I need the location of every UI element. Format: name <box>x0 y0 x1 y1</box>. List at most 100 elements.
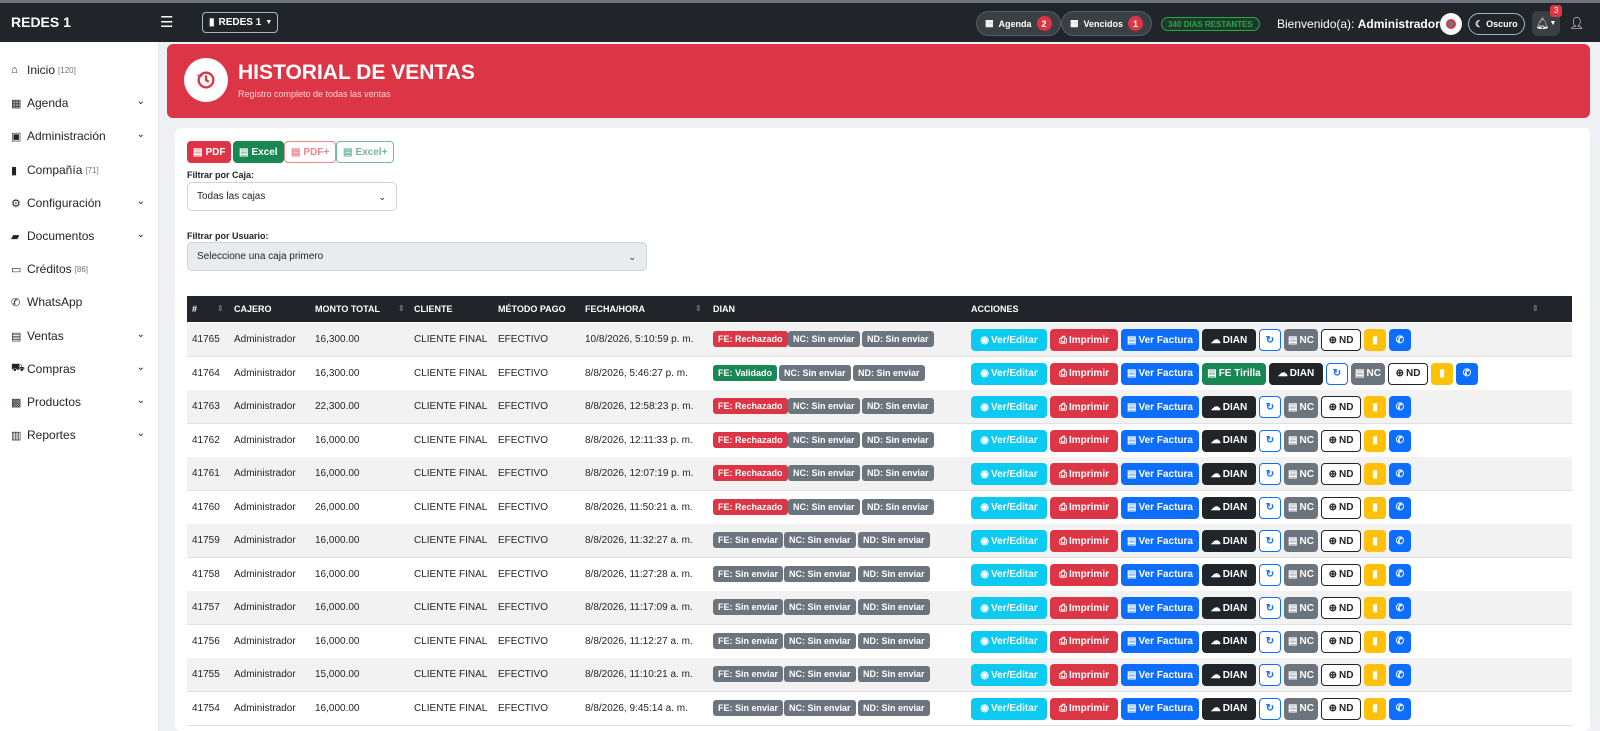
nc-button[interactable]: ▤ NC <box>1351 362 1385 385</box>
dian-button[interactable]: ☁ DIAN <box>1202 463 1256 485</box>
call-button[interactable]: ✆ <box>1389 530 1411 552</box>
dian-button[interactable]: ☁ DIAN <box>1202 530 1256 552</box>
imprimir-button[interactable]: ⎙ Imprimir <box>1050 396 1118 418</box>
imprimir-button[interactable]: ⎙ Imprimir <box>1050 463 1118 485</box>
ver-editar-button[interactable]: ◉ Ver/Editar <box>971 429 1047 452</box>
ver-factura-button[interactable]: ▤ Ver Factura <box>1121 463 1199 485</box>
refresh-button[interactable]: ↻ <box>1259 597 1281 619</box>
dian-button[interactable]: ☁ DIAN <box>1269 362 1323 385</box>
nd-button[interactable]: ⊕ ND <box>1321 463 1361 485</box>
call-button[interactable]: ✆ <box>1389 697 1411 720</box>
dian-button[interactable]: ☁ DIAN <box>1202 597 1256 619</box>
user-menu-icon[interactable]: 👤︎ <box>1569 16 1584 30</box>
agenda-button[interactable]: ▦ Agenda 2 <box>976 11 1061 36</box>
delete-button[interactable]: ▮ <box>1364 396 1386 418</box>
imprimir-button[interactable]: ⎙ Imprimir <box>1050 697 1118 720</box>
sidebar-item-productos[interactable]: ▩ Productos ⌄ <box>0 390 159 414</box>
sort-icon[interactable]: ⇕ <box>398 304 405 313</box>
refresh-button[interactable]: ↻ <box>1259 496 1281 519</box>
sidebar-item-administracion[interactable]: ▣ Administración ⌄ <box>0 124 159 148</box>
nc-button[interactable]: ▤ NC <box>1284 329 1318 351</box>
imprimir-button[interactable]: ⎙ Imprimir <box>1050 362 1118 385</box>
delete-button[interactable]: ▮ <box>1364 530 1386 552</box>
th-dian[interactable]: DIAN <box>713 304 735 314</box>
sidebar-item-reportes[interactable]: ▥ Reportes ⌄ <box>0 423 159 447</box>
export-excel-button[interactable]: ▤ Excel <box>233 141 284 163</box>
refresh-button[interactable]: ↻ <box>1259 396 1281 418</box>
brand-title[interactable]: REDES 1 <box>11 14 71 30</box>
nd-button[interactable]: ⊕ ND <box>1321 664 1361 686</box>
ver-factura-button[interactable]: ▤ Ver Factura <box>1121 530 1199 552</box>
fe-tirilla-button[interactable]: ▤ FE Tirilla <box>1202 362 1266 385</box>
nc-button[interactable]: ▤ NC <box>1284 463 1318 485</box>
th-metodo[interactable]: MÉTODO PAGO <box>498 304 566 314</box>
refresh-button[interactable]: ↻ <box>1259 697 1281 720</box>
ver-factura-button[interactable]: ▤ Ver Factura <box>1121 329 1199 351</box>
sidebar-item-whatsapp[interactable]: ✆ WhatsApp <box>0 290 159 314</box>
export-pdf-plus-button[interactable]: ▤ PDF+ <box>284 141 337 163</box>
imprimir-button[interactable]: ⎙ Imprimir <box>1050 429 1118 452</box>
ver-factura-button[interactable]: ▤ Ver Factura <box>1121 362 1199 385</box>
ver-factura-button[interactable]: ▤ Ver Factura <box>1121 563 1199 586</box>
call-button[interactable]: ✆ <box>1389 429 1411 452</box>
nc-button[interactable]: ▤ NC <box>1284 664 1318 686</box>
refresh-button[interactable]: ↻ <box>1259 630 1281 653</box>
ver-factura-button[interactable]: ▤ Ver Factura <box>1121 496 1199 519</box>
export-pdf-button[interactable]: ▤ PDF <box>187 141 232 163</box>
export-excel-plus-button[interactable]: ▤ Excel+ <box>336 141 395 163</box>
imprimir-button[interactable]: ⎙ Imprimir <box>1050 496 1118 519</box>
refresh-button[interactable]: ↻ <box>1259 664 1281 686</box>
nc-button[interactable]: ▤ NC <box>1284 429 1318 452</box>
ver-editar-button[interactable]: ◉ Ver/Editar <box>971 563 1047 586</box>
th-fecha[interactable]: FECHA/HORA <box>585 304 645 314</box>
ver-editar-button[interactable]: ◉ Ver/Editar <box>971 396 1047 418</box>
sidebar-item-inicio[interactable]: ⌂ Inicio [120] <box>0 58 159 82</box>
delete-button[interactable]: ▮ <box>1364 697 1386 720</box>
nc-button[interactable]: ▤ NC <box>1284 496 1318 519</box>
sidebar-item-agenda[interactable]: ▦ Agenda ⌄ <box>0 91 159 115</box>
sort-icon[interactable]: ⇕ <box>217 304 224 313</box>
th-cliente[interactable]: CLIENTE <box>414 304 453 314</box>
nc-button[interactable]: ▤ NC <box>1284 563 1318 586</box>
nd-button[interactable]: ⊕ ND <box>1321 396 1361 418</box>
sidebar-item-compania[interactable]: ▮ Compañía [71] <box>0 158 159 182</box>
imprimir-button[interactable]: ⎙ Imprimir <box>1050 530 1118 552</box>
delete-button[interactable]: ▮ <box>1431 362 1453 385</box>
imprimir-button[interactable]: ⎙ Imprimir <box>1050 597 1118 619</box>
ver-editar-button[interactable]: ◉ Ver/Editar <box>971 362 1047 385</box>
th-monto[interactable]: MONTO TOTAL <box>315 304 380 314</box>
dian-button[interactable]: ☁ DIAN <box>1202 329 1256 351</box>
call-button[interactable]: ✆ <box>1389 329 1411 351</box>
nc-button[interactable]: ▤ NC <box>1284 597 1318 619</box>
nd-button[interactable]: ⊕ ND <box>1321 329 1361 351</box>
ver-editar-button[interactable]: ◉ Ver/Editar <box>971 697 1047 720</box>
sort-icon[interactable]: ⇕ <box>695 304 702 313</box>
dark-mode-button[interactable]: ☾ Oscuro <box>1468 13 1525 35</box>
ver-factura-button[interactable]: ▤ Ver Factura <box>1121 630 1199 653</box>
dian-button[interactable]: ☁ DIAN <box>1202 429 1256 452</box>
delete-button[interactable]: ▮ <box>1364 496 1386 519</box>
refresh-button[interactable]: ↻ <box>1259 530 1281 552</box>
caja-filter-select[interactable]: Todas las cajas ⌄ <box>187 182 397 211</box>
usuario-filter-select[interactable]: Seleccione una caja primero ⌄ <box>187 242 647 271</box>
delete-button[interactable]: ▮ <box>1364 329 1386 351</box>
th-id[interactable]: # <box>192 304 197 314</box>
ver-factura-button[interactable]: ▤ Ver Factura <box>1121 697 1199 720</box>
call-button[interactable]: ✆ <box>1389 664 1411 686</box>
dian-button[interactable]: ☁ DIAN <box>1202 630 1256 653</box>
refresh-button[interactable]: ↻ <box>1259 463 1281 485</box>
ver-editar-button[interactable]: ◉ Ver/Editar <box>971 530 1047 552</box>
company-dropdown[interactable]: ▮ REDES 1 ▼ <box>202 12 278 33</box>
nd-button[interactable]: ⊕ ND <box>1321 496 1361 519</box>
nd-button[interactable]: ⊕ ND <box>1321 697 1361 720</box>
refresh-button[interactable]: ↻ <box>1259 563 1281 586</box>
ver-editar-button[interactable]: ◉ Ver/Editar <box>971 496 1047 519</box>
call-button[interactable]: ✆ <box>1389 563 1411 586</box>
nd-button[interactable]: ⊕ ND <box>1321 563 1361 586</box>
imprimir-button[interactable]: ⎙ Imprimir <box>1050 664 1118 686</box>
ver-editar-button[interactable]: ◉ Ver/Editar <box>971 463 1047 485</box>
ver-editar-button[interactable]: ◉ Ver/Editar <box>971 630 1047 653</box>
ver-factura-button[interactable]: ▤ Ver Factura <box>1121 396 1199 418</box>
dian-button[interactable]: ☁ DIAN <box>1202 664 1256 686</box>
imprimir-button[interactable]: ⎙ Imprimir <box>1050 329 1118 351</box>
